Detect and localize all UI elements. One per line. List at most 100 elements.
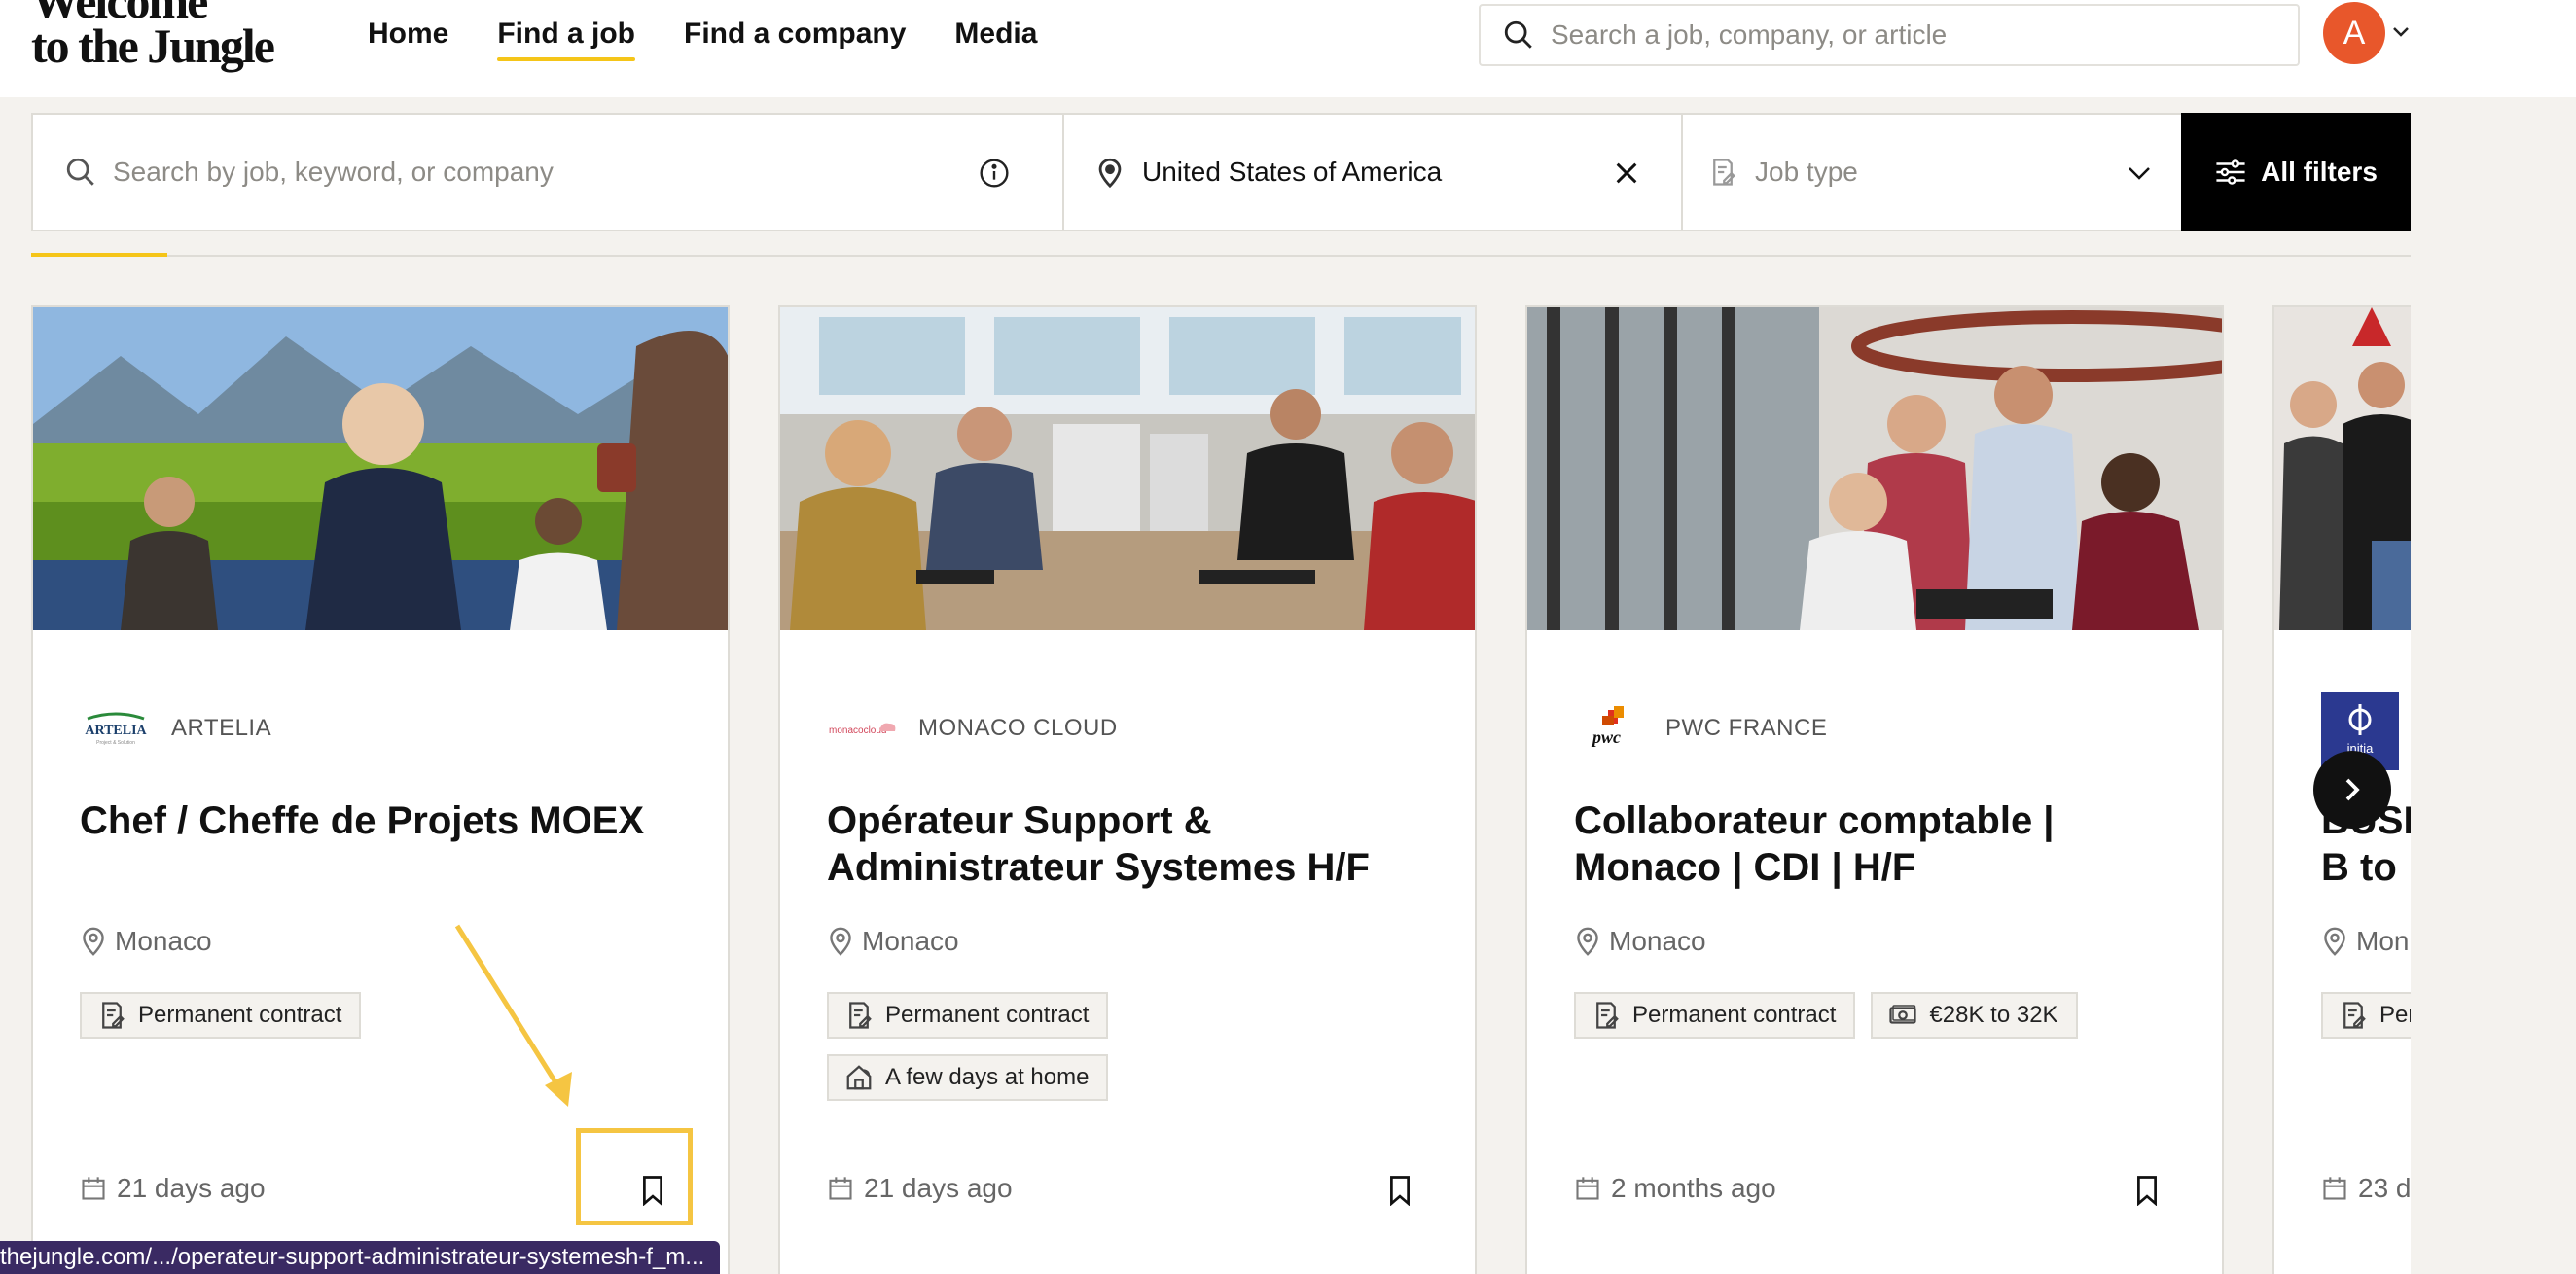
location-text: Monaco: [1609, 926, 1706, 956]
location-pin-icon: [1098, 158, 1122, 189]
annotation-highlight-box: [576, 1128, 693, 1225]
tag-remote: A few days at home: [827, 1054, 1109, 1101]
company-name: PWC FRANCE: [1665, 715, 1828, 741]
tag-contract: Permanent contract: [80, 992, 362, 1039]
calendar-icon: [1576, 1177, 1599, 1200]
contract-icon: [2343, 1002, 2366, 1029]
job-tags: Per: [2321, 992, 2411, 1039]
chevron-down-icon: [2129, 167, 2150, 180]
header-search-input[interactable]: [1551, 19, 2232, 51]
carousel-next-button[interactable]: [2313, 751, 2391, 829]
tag-contract: Permanent contract: [1574, 992, 1856, 1039]
posted-date: 21 days ago: [80, 1173, 266, 1204]
company-name: ARTELIA: [171, 715, 272, 741]
tag-label: Permanent contract: [885, 1002, 1090, 1028]
company-info[interactable]: pwc PWC FRANCE: [1574, 692, 1827, 764]
all-filters-label: All filters: [2261, 157, 2378, 187]
posted-date: 2 months ago: [1574, 1173, 1776, 1204]
job-type-placeholder: Job type: [1755, 157, 1858, 187]
job-card-photo: [1527, 307, 2222, 630]
tag-label: €28K to 32K: [1929, 1002, 2058, 1028]
remote-home-icon: [846, 1065, 872, 1090]
job-tags: Permanent contract €28K to 32K: [1574, 992, 2197, 1039]
job-type-select[interactable]: Job type: [1683, 115, 2181, 230]
all-filters-button[interactable]: All filters: [2181, 113, 2411, 231]
job-filter-bar: Job type All filters: [31, 113, 2411, 231]
location-pin-icon: [83, 927, 104, 956]
bookmark-icon[interactable]: [2134, 1175, 2160, 1206]
location-text: Mon: [2356, 926, 2410, 956]
job-card-photo: [2274, 307, 2411, 630]
posted-text: 21 days ago: [864, 1173, 1013, 1203]
tag-contract: Permanent contract: [827, 992, 1109, 1039]
company-name: MONACO CLOUD: [918, 715, 1118, 741]
company-info[interactable]: ARTELIA Project & Solution ARTELIA: [80, 692, 271, 764]
job-title[interactable]: Opérateur Support & Administrateur Syste…: [827, 797, 1449, 891]
location-field[interactable]: [1064, 115, 1683, 230]
salary-icon: [1889, 1005, 1917, 1024]
contract-icon: [1596, 1002, 1619, 1029]
tag-label: A few days at home: [885, 1064, 1090, 1090]
posted-date: 21 days ago: [827, 1173, 1013, 1204]
tag-contract: Per: [2321, 992, 2411, 1039]
tag-label: Permanent contract: [1632, 1002, 1837, 1028]
job-card-photo: [33, 307, 728, 630]
posted-text: 2 months ago: [1611, 1173, 1776, 1203]
svg-text:Project & Solution: Project & Solution: [96, 740, 135, 746]
search-icon: [66, 158, 94, 186]
job-location: Monaco: [1576, 926, 1706, 957]
logo-line-2: to the Jungle: [31, 18, 275, 73]
filter-sliders-icon: [2216, 159, 2245, 185]
close-icon[interactable]: [1613, 159, 1640, 187]
location-text: Monaco: [862, 926, 959, 956]
top-header: Welcome to the Jungle Home Find a job Fi…: [0, 0, 2576, 97]
calendar-icon: [2323, 1177, 2346, 1200]
job-location: Mon: [2323, 926, 2409, 957]
svg-text:pwc: pwc: [1591, 727, 1621, 747]
nav-home[interactable]: Home: [368, 12, 448, 60]
nav-find-a-job[interactable]: Find a job: [497, 12, 635, 61]
job-card-monaco-cloud[interactable]: monacocloud MONACO CLOUD Opérateur Suppo…: [778, 305, 1477, 1274]
contract-icon: [102, 1002, 125, 1029]
job-cards-carousel: ARTELIA Project & Solution ARTELIA Chef /…: [31, 305, 2411, 1274]
job-card-pwc[interactable]: pwc PWC FRANCE Collaborateur comptable |…: [1525, 305, 2224, 1274]
bookmark-icon[interactable]: [1387, 1175, 1413, 1206]
annotation-arrow: [454, 924, 572, 1107]
nav-media[interactable]: Media: [954, 12, 1037, 60]
contract-icon: [849, 1002, 872, 1029]
posted-text: 21 days ago: [117, 1173, 266, 1203]
header-search-box[interactable]: [1479, 4, 2300, 66]
tag-salary: €28K to 32K: [1871, 992, 2078, 1039]
company-logo: pwc: [1574, 692, 1646, 764]
chevron-down-icon[interactable]: [2391, 25, 2411, 39]
keyword-search-field[interactable]: [33, 115, 1064, 230]
company-logo: ARTELIA Project & Solution: [80, 692, 152, 764]
calendar-icon: [829, 1177, 852, 1200]
site-logo[interactable]: Welcome to the Jungle: [31, 0, 284, 73]
link-status-bar: thejungle.com/.../operateur-support-admi…: [0, 1241, 721, 1274]
location-text: Monaco: [115, 926, 212, 956]
calendar-icon: [82, 1177, 105, 1200]
active-tab-indicator: [31, 253, 167, 257]
keyword-search-input[interactable]: [113, 157, 969, 188]
job-title[interactable]: Chef / Cheffe de Projets MOEX: [80, 797, 702, 844]
posted-text: 23 d: [2358, 1173, 2411, 1203]
user-avatar[interactable]: A: [2323, 2, 2385, 64]
company-logo: monacocloud: [827, 692, 899, 764]
tag-label: Permanent contract: [138, 1002, 342, 1028]
job-title[interactable]: Collaborateur comptable | Monaco | CDI |…: [1574, 797, 2197, 891]
tab-divider: [31, 255, 2411, 257]
job-location: Monaco: [829, 926, 959, 957]
main-nav: Home Find a job Find a company Media: [368, 12, 1037, 70]
nav-find-a-company[interactable]: Find a company: [684, 12, 906, 60]
location-pin-icon: [1577, 927, 1598, 956]
contract-icon: [1713, 159, 1735, 186]
company-info[interactable]: monacocloud MONACO CLOUD: [827, 692, 1118, 764]
chevron-right-icon: [2345, 778, 2360, 801]
job-card-photo: [780, 307, 1475, 630]
svg-text:ARTELIA: ARTELIA: [85, 724, 147, 738]
location-input[interactable]: [1142, 157, 1609, 188]
info-icon[interactable]: [979, 158, 1010, 189]
job-location: Monaco: [82, 926, 212, 957]
tag-label: Per: [2379, 1002, 2411, 1028]
